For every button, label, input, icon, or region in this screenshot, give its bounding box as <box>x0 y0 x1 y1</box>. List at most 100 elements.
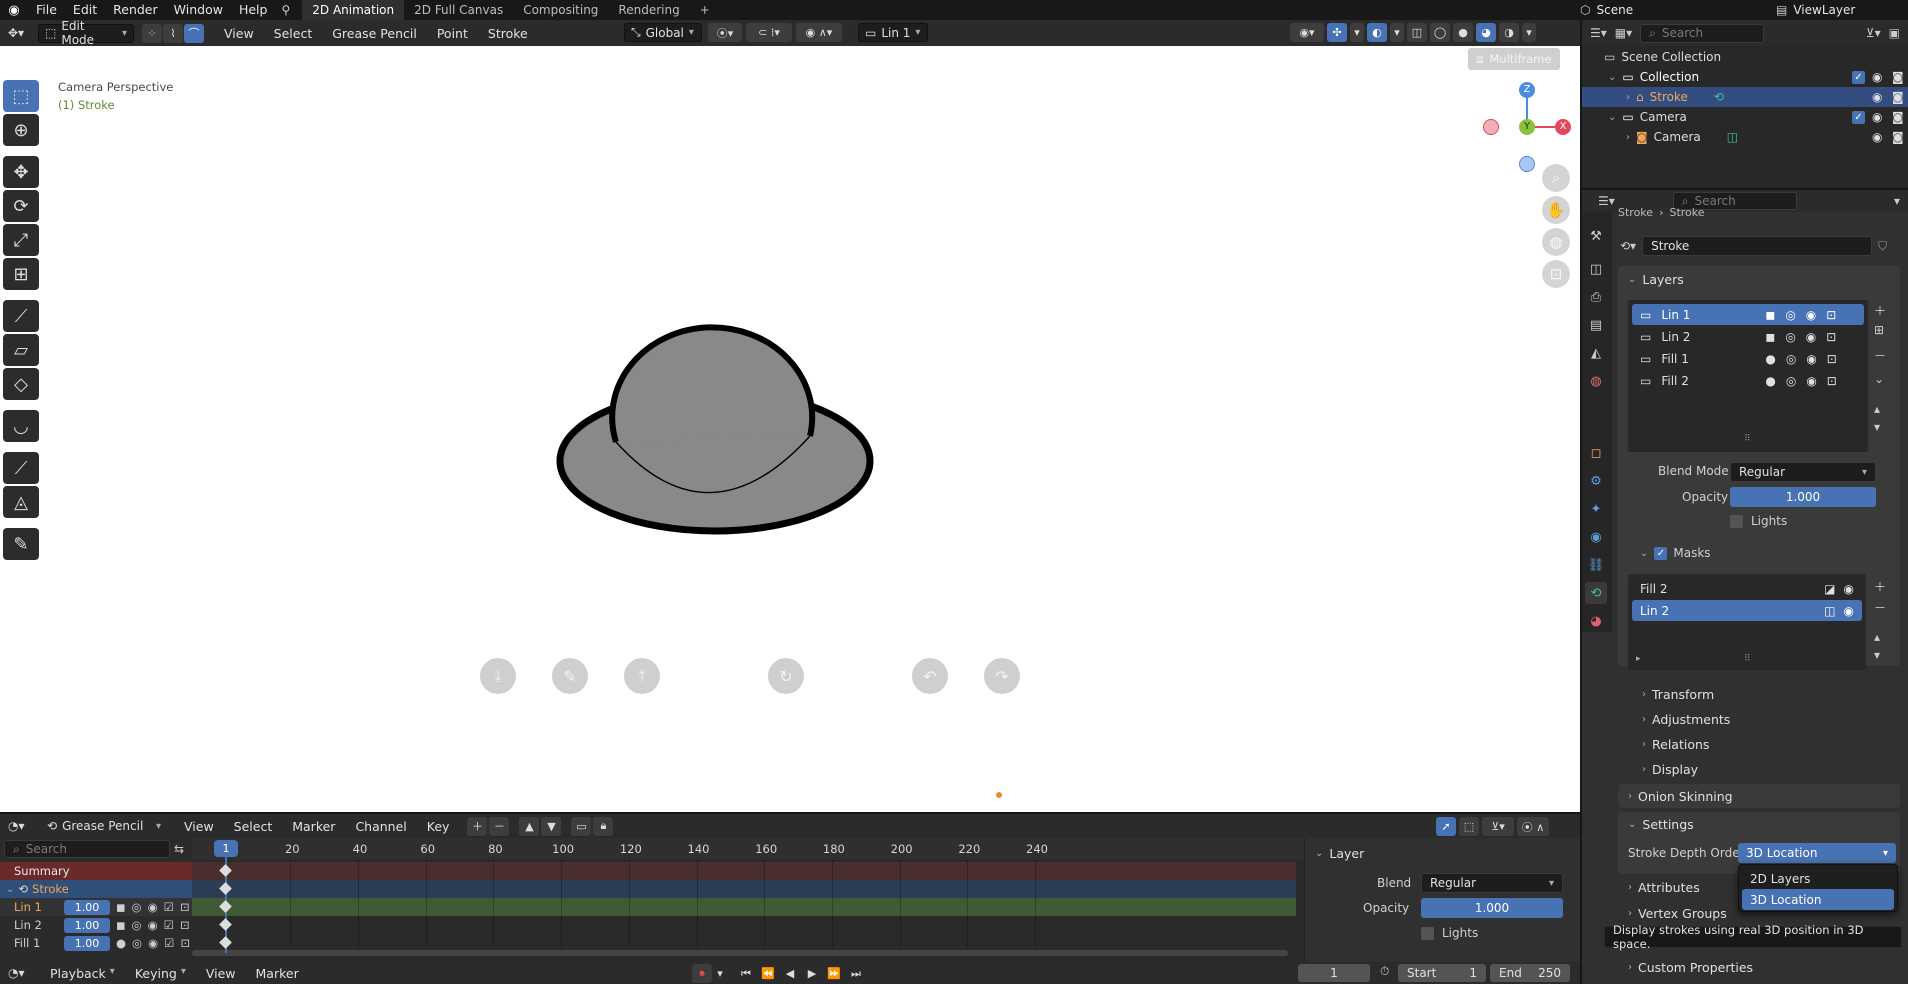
navigation-gizmo[interactable]: Z Y X <box>1483 82 1571 172</box>
render-camera-icon[interactable]: ◙ <box>1892 130 1904 144</box>
play-reverse-icon[interactable]: ◀ <box>780 964 800 983</box>
constraints-tab-icon[interactable]: ⛓ <box>1585 554 1607 576</box>
chevron-down-icon[interactable]: ▾ <box>1522 23 1536 42</box>
outliner-editor-icon[interactable]: ☰▾ <box>1590 26 1607 40</box>
move-mask-down-icon[interactable]: ▾ <box>1874 648 1886 662</box>
menu-point[interactable]: Point <box>429 26 476 41</box>
check-icon[interactable]: ☑ <box>164 936 174 950</box>
neg-z-axis-icon[interactable] <box>1519 156 1535 172</box>
editor-type-icon[interactable]: ✥▾ <box>8 26 34 40</box>
camera-data-icon[interactable]: ◫ <box>1727 130 1738 144</box>
mask-row-lin-2[interactable]: Lin 2 ◫ ◉ <box>1632 600 1862 621</box>
move-up-icon[interactable]: ▲ <box>519 816 540 836</box>
multiframe-toggle[interactable]: ⧈ Multiframe <box>1468 48 1560 70</box>
move-down-icon[interactable]: ▼ <box>541 816 562 836</box>
object-tab-icon[interactable]: ◻ <box>1585 442 1607 464</box>
chevron-down-icon[interactable]: ▾ <box>1894 194 1908 208</box>
remove-mask-icon[interactable]: － <box>1874 599 1886 616</box>
menu-render[interactable]: Render <box>105 0 166 20</box>
select-box-tool-icon[interactable]: ⬚ <box>3 80 39 112</box>
output-tab-icon[interactable]: ⎙ <box>1585 286 1607 308</box>
eye-icon[interactable]: ◉ <box>1872 70 1882 84</box>
dopesheet-mode-dropdown[interactable]: ⟲ Grease Pencil ▾ <box>40 816 168 836</box>
eye-icon[interactable]: ◉ <box>148 900 158 914</box>
menu-stroke[interactable]: Stroke <box>480 26 536 41</box>
list-resize-handle[interactable]: ⠿ <box>1744 434 1751 444</box>
current-frame-badge[interactable]: 1 <box>214 840 238 857</box>
wireframe-shading-icon[interactable]: ◯ <box>1430 23 1450 42</box>
lock-icon[interactable]: 🔒︎ <box>593 816 614 836</box>
eye-icon[interactable]: ◉ <box>148 918 158 932</box>
properties-editor-icon[interactable]: ☰▾ <box>1598 194 1615 208</box>
add-layer-group-icon[interactable]: ⊞ <box>1874 323 1886 337</box>
view-layer-selector[interactable]: ▤ ViewLayer <box>1776 0 1855 20</box>
interpolate-tool-icon[interactable]: ◬ <box>3 486 39 518</box>
outliner-row-collection[interactable]: ⌄ ▭ Collection ✓ ◉ ◙ <box>1582 67 1908 87</box>
eye-icon[interactable]: ◉ <box>1844 582 1854 596</box>
keying-menu[interactable]: Keying ▾ <box>127 966 194 981</box>
pivot-point-icon[interactable]: ⦿▾ <box>708 23 742 42</box>
lock-icon[interactable]: ⊡ <box>1826 330 1836 344</box>
invert-mask-icon[interactable]: ◫ <box>1824 604 1835 618</box>
redo-icon[interactable]: ↷ <box>984 658 1020 694</box>
channel-layer-lin-2[interactable]: Lin 2 1.00 ◼ ◎ ◉ ☑ ⊡ <box>0 916 192 934</box>
rotate-tool-icon[interactable]: ⟳ <box>3 190 39 222</box>
current-frame-field[interactable]: 1 <box>1298 964 1370 982</box>
scene-tab-icon[interactable]: ◭ <box>1585 342 1607 364</box>
move-layer-up-icon[interactable]: ▴ <box>1874 402 1886 416</box>
settings-panel-header[interactable]: ⌄ Settings <box>1628 817 1694 832</box>
annotate-tool-icon[interactable]: ✎ <box>3 528 39 560</box>
transform-orientation-dropdown[interactable]: ⤡ Global ▾ <box>624 23 702 42</box>
x-axis-icon[interactable]: X <box>1555 119 1571 135</box>
masks-checkbox[interactable]: ✓ <box>1654 546 1668 560</box>
channel-search-input[interactable]: ⌕ Search <box>4 840 170 858</box>
layer-row-fill-2[interactable]: ▭ Fill 2 ● ◎ ◉ ⊡ <box>1632 370 1864 391</box>
shear-tool-icon[interactable]: ▱ <box>3 334 39 366</box>
menu-edit[interactable]: Edit <box>65 0 105 20</box>
custom-properties-panel-header[interactable]: › Custom Properties <box>1628 960 1753 975</box>
attributes-panel-header[interactable]: › Attributes <box>1628 880 1700 895</box>
swap-icon[interactable]: ⇆ <box>174 842 184 856</box>
onion-icon[interactable]: ◎ <box>132 900 142 914</box>
tab-2d-animation[interactable]: 2D Animation <box>302 0 405 20</box>
mask-icon[interactable]: ◼ <box>1765 330 1775 344</box>
onion-icon[interactable]: ◎ <box>1786 374 1796 388</box>
onion-skinning-panel-header[interactable]: › Onion Skinning <box>1628 789 1733 804</box>
channel-summary[interactable]: Summary <box>0 862 192 880</box>
jump-start-icon[interactable]: ⏮ <box>736 964 756 983</box>
blender-logo-icon[interactable]: ◉ <box>0 3 28 18</box>
transform-panel-header[interactable]: › Transform <box>1642 687 1714 702</box>
remove-layer-icon[interactable]: － <box>1874 347 1886 364</box>
jump-prev-keyframe-icon[interactable]: ⏪ <box>758 964 778 983</box>
lock-icon[interactable]: ⊡ <box>180 900 190 914</box>
menu-option-2d-layers[interactable]: 2D Layers <box>1742 868 1894 889</box>
rendered-shading-icon[interactable]: ◑ <box>1499 23 1519 42</box>
layer-opacity-field[interactable]: 1.00 <box>64 899 110 915</box>
gp-data-icon[interactable]: ⟲ <box>1714 90 1724 104</box>
eye-icon[interactable]: ◉ <box>1806 308 1816 322</box>
menu-file[interactable]: File <box>28 0 65 20</box>
expand-filter-icon[interactable]: ▸ <box>1636 654 1641 664</box>
render-camera-icon[interactable]: ◙ <box>1892 110 1904 124</box>
modifiers-tab-icon[interactable]: ⚙ <box>1585 470 1607 492</box>
tool-tab-icon[interactable]: ⚒ <box>1585 225 1607 247</box>
play-icon[interactable]: ▶ <box>802 964 822 983</box>
select-stroke-icon[interactable]: ⌇ <box>163 23 183 43</box>
neg-x-axis-icon[interactable] <box>1483 119 1499 135</box>
menu-select[interactable]: Select <box>266 26 321 41</box>
onion-icon[interactable]: ◎ <box>1785 308 1795 322</box>
tab-rendering[interactable]: Rendering <box>608 0 689 20</box>
dopesheet-menu-view[interactable]: View <box>176 819 222 834</box>
mask-icon[interactable]: ● <box>1765 374 1775 388</box>
fake-user-shield-icon[interactable]: ⛉ <box>1878 239 1887 254</box>
eye-icon[interactable]: ◉ <box>148 936 158 950</box>
bend-tool-icon[interactable]: ⟋ <box>3 300 39 332</box>
collection-checkbox[interactable]: ✓ <box>1852 70 1865 84</box>
scale-tool-icon[interactable]: ⤢ <box>3 224 39 256</box>
effects-tab-icon[interactable]: ✦ <box>1585 498 1607 520</box>
mode-dropdown[interactable]: ⬚ Edit Mode ▾ <box>38 19 134 47</box>
gizmo-icon[interactable]: ✣ <box>1327 23 1347 42</box>
eye-icon[interactable]: ◉ <box>1806 352 1816 366</box>
relations-panel-header[interactable]: › Relations <box>1642 737 1709 752</box>
display-panel-header[interactable]: › Display <box>1642 762 1698 777</box>
